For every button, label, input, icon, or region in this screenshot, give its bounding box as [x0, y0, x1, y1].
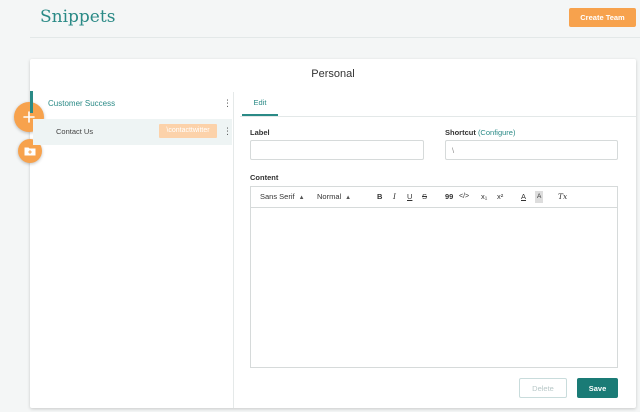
- folder-add-icon: [24, 147, 36, 156]
- shortcut-label-text: Shortcut: [445, 128, 476, 137]
- content-editor: Sans Serif ▲︎ Normal ▲︎ B I U S 99 </> x₁ …: [250, 186, 618, 368]
- font-size-value: Normal: [317, 192, 342, 201]
- font-family-select[interactable]: Sans Serif ▲︎: [260, 191, 305, 203]
- strikethrough-icon[interactable]: S: [422, 191, 427, 203]
- app-header: Snippets Create Team: [0, 0, 640, 38]
- shortcut-input[interactable]: [445, 140, 618, 160]
- app-title: Snippets: [40, 7, 116, 27]
- save-button[interactable]: Save: [577, 378, 618, 398]
- italic-icon[interactable]: I: [393, 191, 396, 203]
- delete-button[interactable]: Delete: [519, 378, 567, 398]
- folder-more-icon[interactable]: ⋮: [223, 99, 232, 108]
- label-field-label: Label: [250, 128, 270, 137]
- create-team-button[interactable]: Create Team: [569, 8, 636, 27]
- configure-link[interactable]: (Configure): [478, 128, 516, 137]
- clear-format-icon[interactable]: Tx: [558, 191, 567, 203]
- folder-customer-success[interactable]: Customer Success ⋮: [33, 91, 232, 117]
- superscript-icon[interactable]: x²: [497, 191, 503, 203]
- editor-toolbar: Sans Serif ▲︎ Normal ▲︎ B I U S 99 </> x₁ …: [251, 187, 617, 208]
- shortcut-field-label: Shortcut (Configure): [445, 128, 515, 137]
- blockquote-icon[interactable]: 99: [445, 191, 453, 203]
- font-family-value: Sans Serif: [260, 192, 295, 201]
- content-field-label: Content: [250, 173, 279, 182]
- content-editor-body[interactable]: [251, 209, 617, 367]
- text-color-icon[interactable]: A: [521, 191, 526, 203]
- folder-label: Customer Success: [48, 99, 116, 108]
- snippet-shortcut-badge: \contacttwitter: [159, 124, 217, 138]
- snippet-item[interactable]: Contact Us \contacttwitter ⋮: [33, 119, 232, 145]
- font-size-chevron-icon: ▲︎: [345, 195, 352, 201]
- tab-edit[interactable]: Edit: [242, 96, 278, 116]
- bold-icon[interactable]: B: [377, 191, 382, 203]
- background-color-icon[interactable]: A: [535, 191, 544, 203]
- underline-icon[interactable]: U: [407, 191, 412, 203]
- font-family-chevron-icon: ▲︎: [298, 195, 305, 201]
- snippet-more-icon[interactable]: ⋮: [223, 127, 232, 136]
- tabs-divider: [240, 116, 636, 117]
- font-size-select[interactable]: Normal ▲︎: [317, 191, 351, 203]
- code-icon[interactable]: </>: [459, 191, 469, 203]
- snippet-label: Contact Us: [56, 127, 94, 136]
- subscript-icon[interactable]: x₁: [481, 191, 487, 203]
- label-input[interactable]: [250, 140, 424, 160]
- panel-title: Personal: [311, 68, 355, 80]
- sidebar-divider: [233, 92, 234, 408]
- header-divider: [30, 37, 640, 38]
